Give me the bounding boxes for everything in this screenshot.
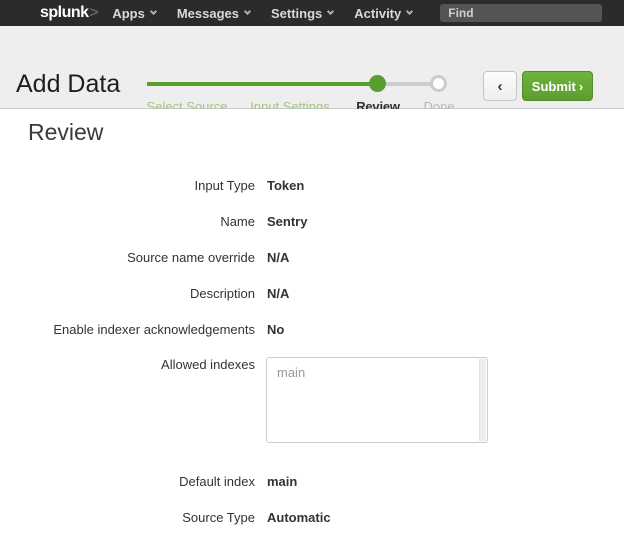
- find-search-input[interactable]: [440, 4, 602, 22]
- stepper-current-dot: [369, 75, 386, 92]
- chevron-down-icon: [150, 8, 157, 15]
- field-label: Input Type: [20, 178, 255, 193]
- field-label: Description: [20, 286, 255, 301]
- back-button[interactable]: ‹: [483, 71, 517, 101]
- field-label: Default index: [20, 474, 255, 489]
- splunk-logo-chevron-icon: >: [90, 4, 99, 21]
- allowed-indexes-textarea[interactable]: main: [266, 357, 488, 443]
- textarea-scrollbar[interactable]: [479, 359, 486, 441]
- field-label: Source Type: [20, 510, 255, 525]
- page-title: Add Data: [16, 70, 120, 99]
- field-value: N/A: [267, 286, 289, 301]
- field-label: Enable indexer acknowledgements: [20, 322, 255, 337]
- field-row-indexer-acknowledgements: Enable indexer acknowledgements No: [20, 311, 580, 347]
- field-value: N/A: [267, 250, 289, 265]
- field-value: Automatic: [267, 510, 331, 525]
- review-panel: Review Input Type Token Name Sentry Sour…: [0, 109, 624, 558]
- stepper-done-circle: [430, 75, 447, 92]
- field-row-source-type: Source Type Automatic: [20, 499, 580, 535]
- topbar: splunk > Apps Messages Settings Activity: [0, 0, 624, 26]
- submit-button[interactable]: Submit ›: [522, 71, 593, 101]
- field-row-allowed-indexes: Allowed indexes main: [20, 347, 580, 443]
- splunk-logo[interactable]: splunk >: [40, 4, 98, 22]
- nav-item-messages[interactable]: Messages: [177, 6, 250, 21]
- field-value: main: [267, 474, 297, 489]
- field-value: Token: [267, 178, 304, 193]
- nav-item-settings-label: Settings: [271, 6, 322, 21]
- field-label: Name: [20, 214, 255, 229]
- field-label: Allowed indexes: [20, 347, 255, 372]
- chevron-left-icon: ‹: [498, 78, 503, 95]
- field-label: Source name override: [20, 250, 255, 265]
- field-row-input-type: Input Type Token: [20, 167, 580, 203]
- nav-item-messages-label: Messages: [177, 6, 239, 21]
- section-heading: Review: [28, 119, 103, 146]
- stepper-track-complete: [147, 82, 378, 86]
- field-value: Sentry: [267, 214, 307, 229]
- chevron-down-icon: [406, 8, 413, 15]
- nav-item-apps-label: Apps: [112, 6, 145, 21]
- chevron-right-icon: ›: [579, 79, 583, 94]
- nav-item-settings[interactable]: Settings: [271, 6, 333, 21]
- nav-item-apps[interactable]: Apps: [112, 6, 156, 21]
- submit-button-label: Submit: [532, 79, 576, 94]
- allowed-indexes-value: main: [267, 358, 487, 387]
- field-row-description: Description N/A: [20, 275, 580, 311]
- review-field-list: Input Type Token Name Sentry Source name…: [20, 167, 580, 535]
- nav-item-activity[interactable]: Activity: [354, 6, 412, 21]
- nav-item-activity-label: Activity: [354, 6, 401, 21]
- field-row-name: Name Sentry: [20, 203, 580, 239]
- chevron-down-icon: [327, 8, 334, 15]
- field-row-source-name-override: Source name override N/A: [20, 239, 580, 275]
- field-value: No: [267, 322, 284, 337]
- splunk-logo-text: splunk: [40, 4, 89, 22]
- wizard-header: Add Data Select Source Input Settings Re…: [0, 26, 624, 109]
- chevron-down-icon: [244, 8, 251, 15]
- field-row-default-index: Default index main: [20, 463, 580, 499]
